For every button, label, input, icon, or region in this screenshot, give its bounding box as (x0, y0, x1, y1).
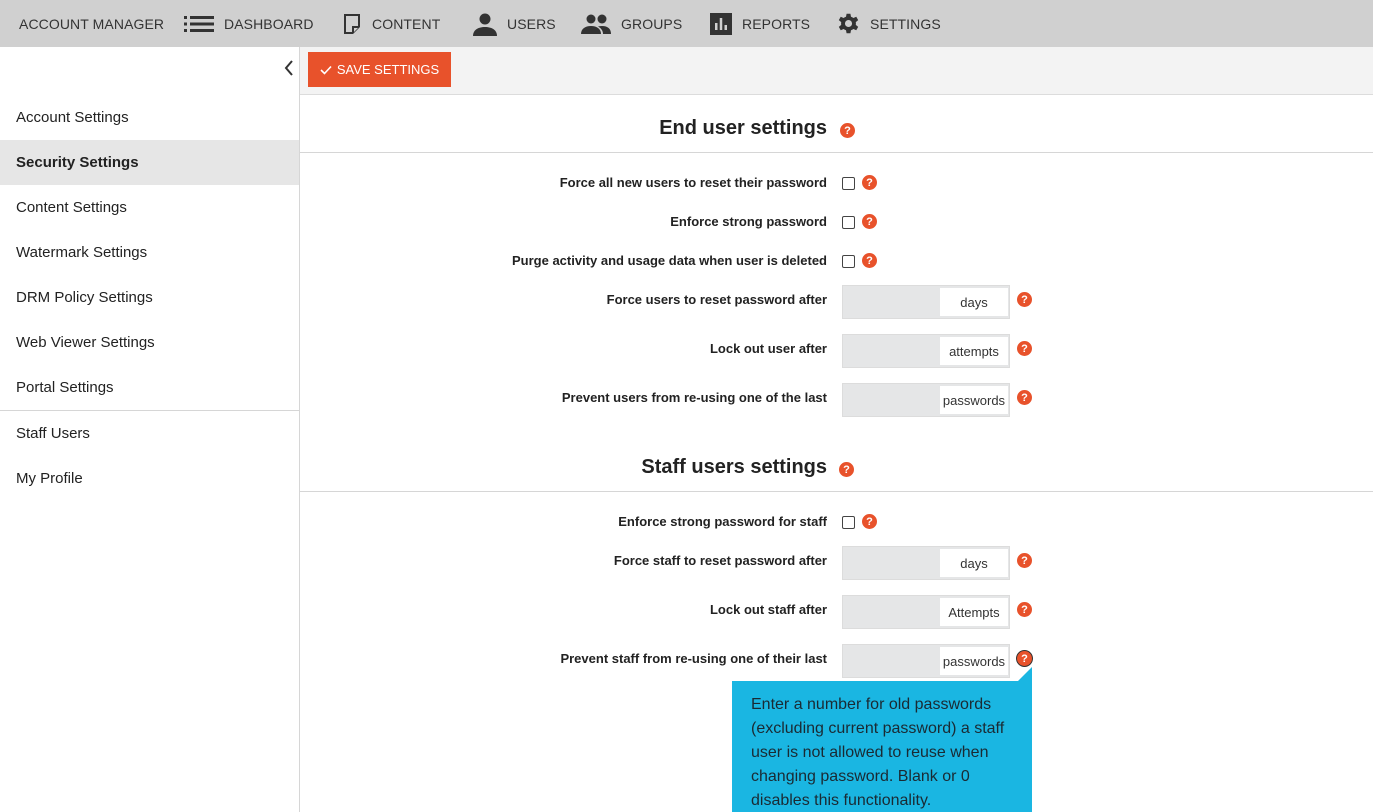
nav-content-label: CONTENT (372, 15, 441, 32)
force-new-users-reset-label: Force all new users to reset their passw… (559, 175, 827, 190)
enforce-strong-password-checkbox[interactable] (842, 216, 855, 229)
bar-chart-icon (710, 12, 732, 35)
enforce-strong-password-staff-label: Enforce strong password for staff (618, 514, 827, 529)
purge-activity-checkbox[interactable] (842, 255, 855, 268)
sidebar-item-label: Watermark Settings (16, 244, 148, 261)
brand-account-manager[interactable]: ACCOUNT MANAGER (19, 0, 164, 47)
end-user-settings-help-icon[interactable]: ? (840, 123, 855, 138)
prevent-staff-reuse-group: passwords (842, 644, 1010, 678)
prevent-users-reuse-help-icon[interactable]: ? (1017, 390, 1032, 405)
unit-label: days (940, 288, 1008, 316)
chevron-left-icon (284, 59, 294, 81)
force-staff-reset-after-label: Force staff to reset password after (613, 553, 827, 568)
group-icon (581, 13, 611, 35)
force-new-users-reset-checkbox[interactable] (842, 177, 855, 190)
nav-settings[interactable]: SETTINGS (837, 0, 941, 47)
unit-label: passwords (940, 647, 1008, 675)
sidebar-item-my-profile[interactable]: My Profile (0, 456, 299, 501)
sidebar-item-drm-policy-settings[interactable]: DRM Policy Settings (0, 275, 299, 320)
nav-users-label: USERS (507, 15, 556, 32)
sidebar-item-web-viewer-settings[interactable]: Web Viewer Settings (0, 320, 299, 365)
nav-users[interactable]: USERS (473, 0, 556, 47)
force-users-reset-after-group: days (842, 285, 1010, 319)
staff-users-settings-title: Staff users settings (641, 456, 827, 478)
nav-groups[interactable]: GROUPS (581, 0, 682, 47)
sidebar-item-staff-users[interactable]: Staff Users (0, 411, 299, 456)
lock-out-staff-help-icon[interactable]: ? (1017, 602, 1032, 617)
section-divider (300, 152, 1373, 153)
lock-out-staff-group: Attempts (842, 595, 1010, 629)
unit-label: attempts (940, 337, 1008, 365)
end-user-settings-title: End user settings (659, 117, 827, 139)
force-users-reset-after-label: Force users to reset password after (606, 292, 827, 307)
lock-out-user-group: attempts (842, 334, 1010, 368)
prevent-staff-reuse-input[interactable] (843, 645, 940, 677)
toolbar: SAVE SETTINGS (300, 47, 1373, 95)
purge-activity-label: Purge activity and usage data when user … (512, 253, 827, 268)
sidebar-item-security-settings[interactable]: Security Settings (0, 140, 299, 185)
sidebar-item-label: Staff Users (16, 425, 90, 442)
prevent-users-reuse-input[interactable] (843, 384, 940, 416)
force-users-reset-after-help-icon[interactable]: ? (1017, 292, 1032, 307)
sidebar-item-label: Portal Settings (16, 379, 114, 396)
prevent-users-reuse-group: passwords (842, 383, 1010, 417)
sidebar-item-label: Web Viewer Settings (16, 334, 155, 351)
save-settings-label: SAVE SETTINGS (336, 62, 440, 77)
sidebar: Account Settings Security Settings Conte… (0, 47, 300, 812)
unit-label: passwords (940, 386, 1008, 414)
force-staff-reset-after-input[interactable] (843, 547, 940, 579)
force-staff-reset-after-group: days (842, 546, 1010, 580)
top-nav: ACCOUNT MANAGER DASHBOARD CONTENT USERS … (0, 0, 1373, 47)
nav-reports-label: REPORTS (742, 15, 811, 32)
nav-groups-label: GROUPS (621, 15, 683, 32)
help-tooltip: Enter a number for old passwords (exclud… (732, 681, 1032, 812)
unit-label: days (940, 549, 1008, 577)
document-icon (342, 13, 362, 35)
sidebar-item-label: My Profile (16, 470, 83, 487)
list-icon (184, 15, 214, 33)
enforce-strong-password-help-icon[interactable]: ? (862, 214, 877, 229)
brand-label: ACCOUNT MANAGER (19, 15, 165, 32)
lock-out-staff-input[interactable] (843, 596, 940, 628)
sidebar-item-label: DRM Policy Settings (16, 289, 153, 306)
force-new-users-reset-help-icon[interactable]: ? (862, 175, 877, 190)
unit-label: Attempts (940, 598, 1008, 626)
sidebar-item-content-settings[interactable]: Content Settings (0, 185, 299, 230)
prevent-staff-reuse-help-icon[interactable]: ? (1017, 651, 1032, 666)
lock-out-user-help-icon[interactable]: ? (1017, 341, 1032, 356)
sidebar-item-portal-settings[interactable]: Portal Settings (0, 365, 299, 410)
nav-reports[interactable]: REPORTS (710, 0, 810, 47)
sidebar-item-label: Security Settings (16, 154, 139, 171)
force-users-reset-after-input[interactable] (843, 286, 940, 318)
sidebar-item-label: Content Settings (16, 199, 127, 216)
enforce-strong-password-staff-checkbox[interactable] (842, 516, 855, 529)
save-settings-button[interactable]: SAVE SETTINGS (308, 52, 451, 87)
tooltip-arrow (1018, 667, 1032, 681)
purge-activity-help-icon[interactable]: ? (862, 253, 877, 268)
enforce-strong-password-label: Enforce strong password (670, 214, 827, 229)
staff-users-settings-help-icon[interactable]: ? (839, 462, 854, 477)
lock-out-staff-label: Lock out staff after (709, 602, 827, 617)
section-divider (300, 491, 1373, 492)
prevent-staff-reuse-label: Prevent staff from re-using one of their… (560, 651, 827, 666)
lock-out-user-input[interactable] (843, 335, 940, 367)
tooltip-text: Enter a number for old passwords (exclud… (751, 696, 1005, 809)
sidebar-item-label: Account Settings (16, 109, 129, 126)
lock-out-user-label: Lock out user after (709, 341, 827, 356)
prevent-users-reuse-label: Prevent users from re-using one of the l… (561, 390, 827, 405)
enforce-strong-password-staff-help-icon[interactable]: ? (862, 514, 877, 529)
nav-dashboard[interactable]: DASHBOARD (184, 0, 314, 47)
force-staff-reset-after-help-icon[interactable]: ? (1017, 553, 1032, 568)
user-icon (473, 12, 497, 36)
collapse-sidebar-button[interactable] (281, 59, 297, 81)
check-icon (320, 65, 332, 75)
sidebar-item-account-settings[interactable]: Account Settings (0, 95, 299, 140)
gear-icon (837, 12, 860, 35)
sidebar-item-watermark-settings[interactable]: Watermark Settings (0, 230, 299, 275)
nav-content[interactable]: CONTENT (342, 0, 440, 47)
nav-dashboard-label: DASHBOARD (224, 15, 314, 32)
nav-settings-label: SETTINGS (870, 15, 941, 32)
